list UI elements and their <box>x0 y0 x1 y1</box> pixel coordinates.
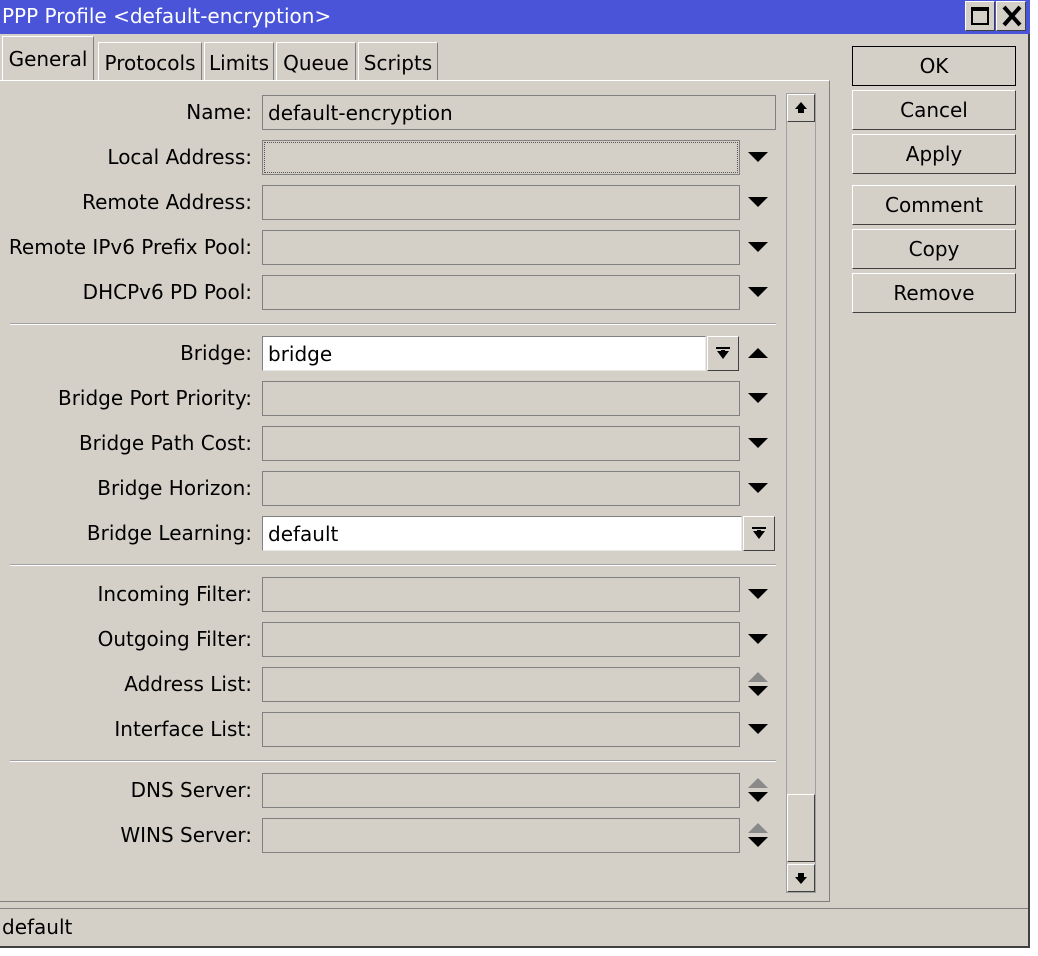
interface-list-row: Interface List: <box>0 712 790 748</box>
up-down-icon[interactable] <box>748 672 768 698</box>
triangle-down-icon[interactable] <box>748 438 768 448</box>
remote-ipv6-prefix-pool-row: Remote IPv6 Prefix Pool: <box>0 230 790 266</box>
close-icon <box>1002 5 1022 27</box>
dns-server-label: DNS Server: <box>130 778 252 802</box>
bridge-port-priority-label: Bridge Port Priority: <box>57 386 252 410</box>
bridge-path-cost-row: Bridge Path Cost: <box>0 426 790 462</box>
arrow-down-icon <box>795 873 807 884</box>
scroll-down-button[interactable] <box>787 864 815 892</box>
triangle-down-icon[interactable] <box>748 634 768 644</box>
up-down-icon[interactable] <box>748 823 768 849</box>
triangle-down-icon[interactable] <box>748 242 768 252</box>
outgoing-filter-row: Outgoing Filter: <box>0 622 790 658</box>
tab-limits[interactable]: Limits <box>204 42 274 80</box>
status-bar: default <box>0 908 1028 946</box>
separator <box>10 323 776 325</box>
tab-scripts[interactable]: Scripts <box>358 42 438 80</box>
bridge-port-priority-input[interactable] <box>262 381 740 416</box>
tab-general[interactable]: General <box>2 36 94 80</box>
dhcpv6-pd-pool-input[interactable] <box>262 275 740 310</box>
separator <box>10 564 776 566</box>
wins-server-row: WINS Server: <box>0 818 790 854</box>
dropdown-select-icon <box>716 347 730 359</box>
remote-ipv6-prefix-pool-label: Remote IPv6 Prefix Pool: <box>8 235 252 259</box>
dns-server-input[interactable] <box>262 773 740 808</box>
local-address-row: Local Address: <box>0 140 790 176</box>
bridge-row: Bridge: bridge <box>0 336 790 372</box>
bridge-learning-dropdown-button[interactable] <box>743 516 775 551</box>
bridge-learning-row: Bridge Learning: default <box>0 516 790 552</box>
remove-button[interactable]: Remove <box>852 273 1016 313</box>
name-input[interactable]: default-encryption <box>262 95 776 130</box>
triangle-down-icon[interactable] <box>748 393 768 403</box>
wins-server-label: WINS Server: <box>120 823 252 847</box>
separator <box>10 760 776 762</box>
remote-address-label: Remote Address: <box>82 190 252 214</box>
name-label: Name: <box>186 100 252 124</box>
general-panel: Name: default-encryption Local Address: … <box>0 80 830 902</box>
interface-list-label: Interface List: <box>114 717 252 741</box>
up-down-icon[interactable] <box>748 778 768 804</box>
title-bar[interactable]: PPP Profile <default-encryption> <box>0 0 1030 34</box>
remote-ipv6-prefix-pool-input[interactable] <box>262 230 740 265</box>
triangle-down-icon[interactable] <box>748 483 768 493</box>
name-row: Name: default-encryption <box>0 95 790 131</box>
bridge-input[interactable]: bridge <box>262 336 706 371</box>
incoming-filter-row: Incoming Filter: <box>0 577 790 613</box>
incoming-filter-input[interactable] <box>262 577 740 612</box>
triangle-up-icon[interactable] <box>748 348 768 358</box>
bridge-dropdown-button[interactable] <box>707 336 739 371</box>
bridge-horizon-input[interactable] <box>262 471 740 506</box>
triangle-down-icon[interactable] <box>748 152 768 162</box>
comment-button[interactable]: Comment <box>852 185 1016 225</box>
outgoing-filter-input[interactable] <box>262 622 740 657</box>
maximize-button[interactable] <box>965 1 995 31</box>
address-list-input[interactable] <box>262 667 740 702</box>
bridge-learning-input[interactable]: default <box>262 516 742 551</box>
status-text: default <box>2 915 73 939</box>
interface-list-input[interactable] <box>262 712 740 747</box>
tab-queue[interactable]: Queue <box>276 42 356 80</box>
bridge-horizon-label: Bridge Horizon: <box>97 476 252 500</box>
cancel-button[interactable]: Cancel <box>852 90 1016 130</box>
bridge-learning-label: Bridge Learning: <box>86 521 252 545</box>
tab-protocols[interactable]: Protocols <box>98 42 202 80</box>
dhcpv6-pd-pool-label: DHCPv6 PD Pool: <box>82 280 252 304</box>
triangle-down-icon[interactable] <box>748 287 768 297</box>
window-title: PPP Profile <default-encryption> <box>2 4 332 28</box>
scroll-thumb[interactable] <box>787 794 815 862</box>
ok-button[interactable]: OK <box>852 46 1016 86</box>
apply-button[interactable]: Apply <box>852 134 1016 174</box>
address-list-label: Address List: <box>124 672 252 696</box>
bridge-path-cost-label: Bridge Path Cost: <box>78 431 252 455</box>
copy-button[interactable]: Copy <box>852 229 1016 269</box>
bridge-port-priority-row: Bridge Port Priority: <box>0 381 790 417</box>
address-list-row: Address List: <box>0 667 790 703</box>
triangle-down-icon[interactable] <box>748 724 768 734</box>
dns-server-row: DNS Server: <box>0 773 790 809</box>
ppp-profile-window: PPP Profile <default-encryption> General… <box>0 0 1030 948</box>
local-address-input[interactable] <box>262 140 740 175</box>
maximize-icon <box>971 7 989 25</box>
bridge-path-cost-input[interactable] <box>262 426 740 461</box>
bridge-horizon-row: Bridge Horizon: <box>0 471 790 507</box>
scroll-up-button[interactable] <box>787 94 815 122</box>
bridge-label: Bridge: <box>180 341 252 365</box>
outgoing-filter-label: Outgoing Filter: <box>97 627 252 651</box>
triangle-down-icon[interactable] <box>748 197 768 207</box>
wins-server-input[interactable] <box>262 818 740 853</box>
dhcpv6-pd-pool-row: DHCPv6 PD Pool: <box>0 275 790 311</box>
incoming-filter-label: Incoming Filter: <box>97 582 253 606</box>
dropdown-select-icon <box>752 527 766 539</box>
triangle-down-icon[interactable] <box>748 589 768 599</box>
close-button[interactable] <box>996 1 1026 31</box>
remote-address-row: Remote Address: <box>0 185 790 221</box>
arrow-up-icon <box>795 102 807 113</box>
local-address-label: Local Address: <box>107 145 252 169</box>
remote-address-input[interactable] <box>262 185 740 220</box>
vertical-scrollbar[interactable] <box>786 93 816 893</box>
